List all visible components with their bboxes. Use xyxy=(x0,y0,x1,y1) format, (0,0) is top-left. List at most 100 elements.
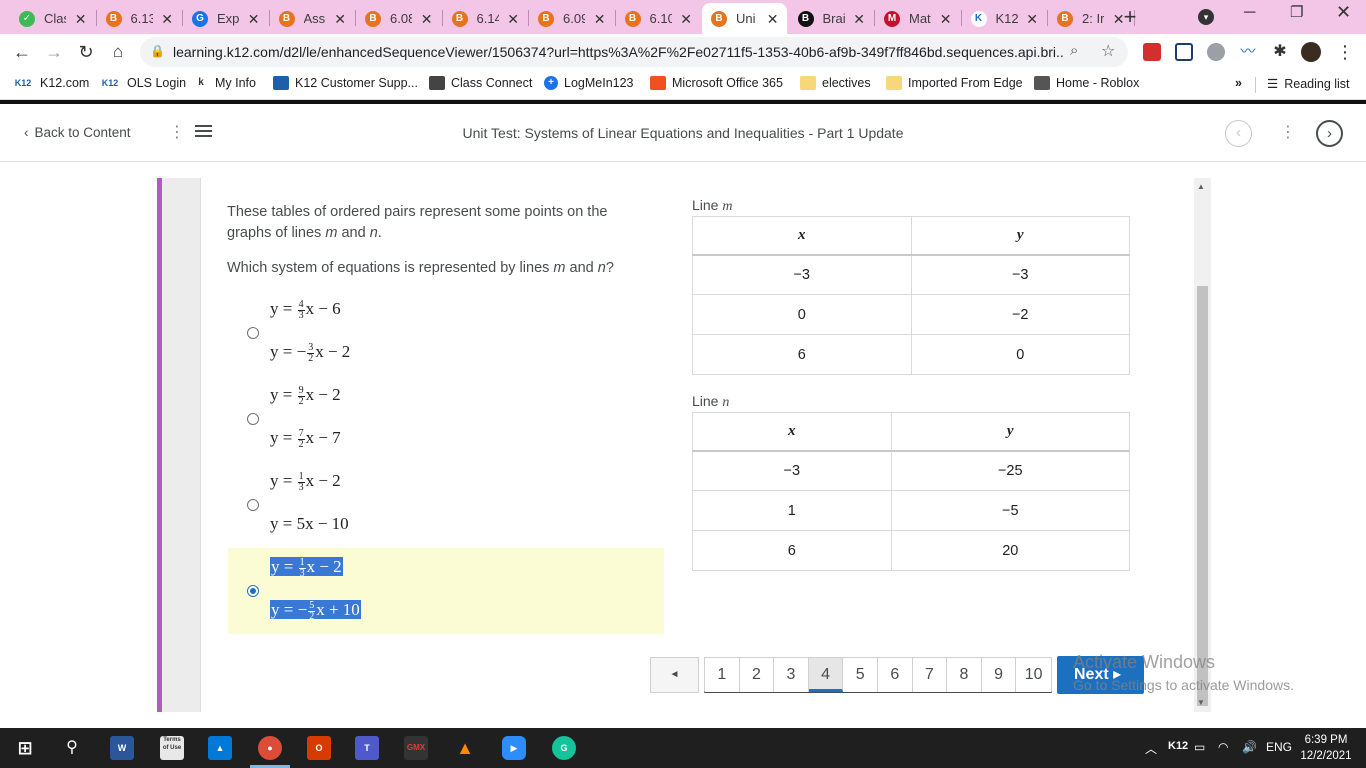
browser-menu-icon[interactable]: ⋮ xyxy=(1333,40,1357,64)
browser-tab[interactable]: B 6.14 ✕ xyxy=(443,3,528,34)
tab-close-icon[interactable]: ✕ xyxy=(507,11,519,28)
tab-close-icon[interactable]: ✕ xyxy=(1026,11,1038,28)
answer-radio[interactable] xyxy=(247,413,259,425)
grammarly-app-icon[interactable]: G xyxy=(552,736,576,760)
page-6-button[interactable]: 6 xyxy=(877,658,913,692)
bookmarks-overflow-button[interactable]: » xyxy=(1235,76,1242,90)
tray-k12-icon[interactable]: K12 xyxy=(1168,740,1188,752)
bookmark-item[interactable]: k My Info xyxy=(193,76,256,90)
restore-button[interactable]: ❐ xyxy=(1290,3,1303,21)
browser-tab[interactable]: B 6.13 ✕ xyxy=(97,3,182,34)
photos-icon[interactable]: ▲ xyxy=(208,736,232,760)
wave-extension-icon[interactable]: 〰 xyxy=(1239,43,1257,61)
bookmark-item[interactable]: K12 K12.com xyxy=(12,76,89,90)
browser-tab[interactable]: B 6.10 ✕ xyxy=(616,3,701,34)
bookmark-item[interactable]: K12 OLS Login xyxy=(99,76,186,90)
profile-avatar[interactable] xyxy=(1301,42,1321,62)
grammarly-extension-icon[interactable] xyxy=(1207,43,1225,61)
browser-tab[interactable]: K K12 ✕ xyxy=(962,3,1047,34)
answer-radio[interactable] xyxy=(247,327,259,339)
browser-tab[interactable]: M Mat ✕ xyxy=(875,3,960,34)
tab-close-icon[interactable]: ✕ xyxy=(421,11,433,28)
tab-close-icon[interactable]: ✕ xyxy=(248,11,260,28)
tab-search-icon[interactable]: ▾ xyxy=(1198,9,1214,25)
system-clock[interactable]: 6:39 PM 12/2/2021 xyxy=(1296,732,1356,764)
tab-close-icon[interactable]: ✕ xyxy=(767,11,779,28)
bookmark-item[interactable]: Microsoft Office 365 xyxy=(650,76,783,90)
bookmark-item[interactable]: + LogMeIn123 xyxy=(544,76,634,90)
lock-icon[interactable]: 🔒 xyxy=(150,44,165,58)
reading-list-button[interactable]: ☰ Reading list xyxy=(1267,76,1350,92)
page-5-button[interactable]: 5 xyxy=(843,658,878,692)
browser-tab[interactable]: B Uni ✕ xyxy=(702,3,787,34)
answer-choice-1[interactable]: y = 43x − 6y = −3 2 x − 2 xyxy=(228,290,664,376)
answer-choice-2[interactable]: y = 92x − 2y = 72x − 7 xyxy=(228,376,664,462)
terms-of-use-icon[interactable]: Terms of Use xyxy=(160,736,184,760)
answer-choice-3[interactable]: y = 13x − 2 y = 5x − 10 xyxy=(228,462,664,548)
browser-tab[interactable]: ✓ Clas ✕ xyxy=(10,3,95,34)
tab-close-icon[interactable]: ✕ xyxy=(75,11,87,28)
browser-tab[interactable]: G Expl ✕ xyxy=(183,3,268,34)
bookmark-item[interactable]: Class Connect xyxy=(429,76,532,90)
scroll-down-arrow-icon[interactable]: ▼ xyxy=(1197,698,1205,707)
page-1-button[interactable]: 1 xyxy=(705,658,740,692)
address-bar[interactable]: 🔒 learning.k12.com/d2l/le/enhancedSequen… xyxy=(140,37,1128,67)
tab-close-icon[interactable]: ✕ xyxy=(334,11,346,28)
browser-tab[interactable]: B 6.08 ✕ xyxy=(356,3,441,34)
page-10-button[interactable]: 10 xyxy=(1016,658,1051,692)
word-icon[interactable]: W xyxy=(110,736,134,760)
page-4-button[interactable]: 4 xyxy=(808,658,844,692)
tab-close-icon[interactable]: ✕ xyxy=(680,11,692,28)
teams-icon[interactable]: T xyxy=(355,736,379,760)
browser-tab[interactable]: B Brai ✕ xyxy=(789,3,874,34)
tab-close-icon[interactable]: ✕ xyxy=(940,11,952,28)
previous-topic-button[interactable]: ‹ xyxy=(1225,120,1252,147)
gmx-icon[interactable]: GMX xyxy=(404,736,428,760)
browser-tab[interactable]: B 6.09 ✕ xyxy=(529,3,614,34)
vlc-icon[interactable]: ▲ xyxy=(453,736,477,760)
windows-start-icon[interactable]: ⊞ xyxy=(13,736,37,760)
screencast-extension-icon[interactable] xyxy=(1175,43,1193,61)
page-9-button[interactable]: 9 xyxy=(981,658,1017,692)
bookmark-item[interactable]: K12 Customer Supp... xyxy=(273,76,418,90)
bookmark-star-icon[interactable]: ☆ xyxy=(1101,41,1115,61)
tray-chevron-up-icon[interactable]: ︿ xyxy=(1145,740,1157,757)
scrollbar-thumb[interactable] xyxy=(1197,286,1208,706)
search-icon[interactable]: ⚲ xyxy=(60,736,84,760)
close-window-button[interactable]: ✕ xyxy=(1336,2,1351,23)
reload-icon[interactable]: ↻ xyxy=(74,40,98,64)
page-3-button[interactable]: 3 xyxy=(774,658,809,692)
home-icon[interactable]: ⌂ xyxy=(106,40,130,64)
forward-arrow-icon[interactable]: → xyxy=(42,40,66,64)
pager-previous-button[interactable]: ◄ xyxy=(650,657,699,693)
scroll-up-arrow-icon[interactable]: ▲ xyxy=(1197,182,1205,191)
answer-radio[interactable] xyxy=(247,499,259,511)
acrobat-extension-icon[interactable] xyxy=(1143,43,1161,61)
minimize-button[interactable]: ─ xyxy=(1244,4,1255,22)
new-tab-button[interactable]: + xyxy=(1118,4,1142,30)
chrome-icon[interactable]: ● xyxy=(258,736,282,760)
answer-choice-4[interactable]: y = 13x − 2 y = −5 2 x + 10 xyxy=(228,548,664,634)
bookmark-item[interactable]: Home - Roblox xyxy=(1034,76,1139,90)
battery-icon[interactable]: ▭ xyxy=(1194,740,1205,754)
tab-close-icon[interactable]: ✕ xyxy=(853,11,865,28)
zoom-icon[interactable]: ⌕ xyxy=(1070,42,1078,59)
page-8-button[interactable]: 8 xyxy=(947,658,982,692)
extensions-puzzle-icon[interactable]: ✱ xyxy=(1271,43,1289,61)
page-7-button[interactable]: 7 xyxy=(912,658,948,692)
url-text[interactable]: learning.k12.com/d2l/le/enhancedSequence… xyxy=(173,44,1063,60)
page-2-button[interactable]: 2 xyxy=(739,658,775,692)
tab-close-icon[interactable]: ✕ xyxy=(161,11,173,28)
tab-close-icon[interactable]: ✕ xyxy=(594,11,606,28)
bookmark-item[interactable]: electives xyxy=(800,76,871,90)
language-indicator[interactable]: ENG xyxy=(1266,740,1292,754)
office-icon[interactable]: O xyxy=(307,736,331,760)
back-arrow-icon[interactable]: ← xyxy=(10,40,34,64)
wifi-icon[interactable]: ◠ xyxy=(1218,740,1228,754)
browser-tab[interactable]: B Assi ✕ xyxy=(270,3,355,34)
next-topic-button[interactable]: › xyxy=(1316,120,1343,147)
zoom-app-icon[interactable]: ▶ xyxy=(502,736,526,760)
bookmark-item[interactable]: Imported From Edge xyxy=(886,76,1023,90)
answer-radio[interactable] xyxy=(247,585,259,597)
volume-icon[interactable]: 🔊 xyxy=(1242,740,1257,754)
